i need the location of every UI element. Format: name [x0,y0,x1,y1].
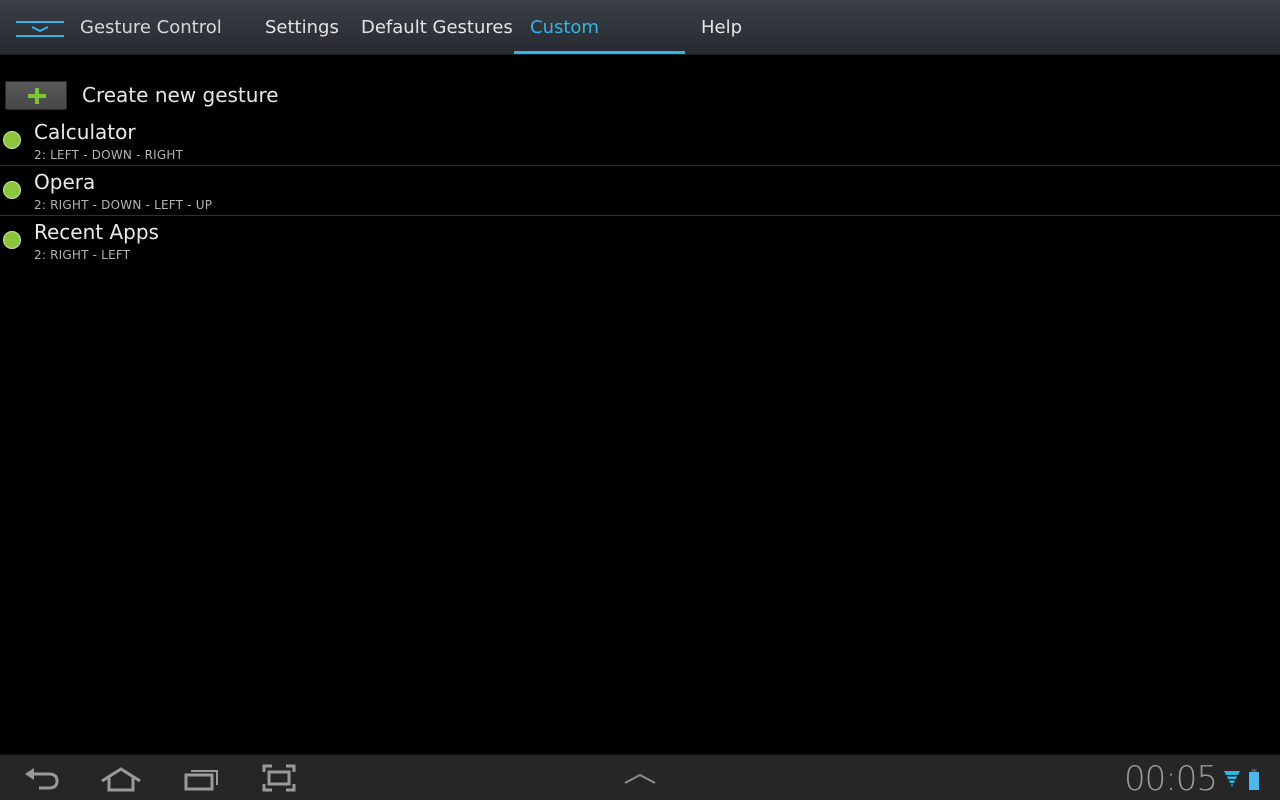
enabled-status-icon [3,231,21,249]
gesture-name: Recent Apps [34,220,159,244]
gesture-sequence: 2: RIGHT - DOWN - LEFT - UP [34,198,213,212]
gesture-list: Calculator 2: LEFT - DOWN - RIGHT Opera … [0,116,1280,266]
chevron-up-icon[interactable] [615,763,665,793]
gesture-item-calculator[interactable]: Calculator 2: LEFT - DOWN - RIGHT [0,116,1280,166]
plus-icon [28,88,46,104]
create-gesture-label: Create new gesture [82,83,279,107]
gesture-item-opera[interactable]: Opera 2: RIGHT - DOWN - LEFT - UP [0,166,1280,216]
gesture-item-recent-apps[interactable]: Recent Apps 2: RIGHT - LEFT [0,216,1280,266]
system-bar: 00:05 [0,753,1280,800]
content-area: Create new gesture Calculator 2: LEFT - … [0,56,1280,753]
wifi-icon[interactable] [1222,769,1242,789]
back-icon[interactable] [17,763,67,793]
gesture-sequence: 2: RIGHT - LEFT [34,248,131,262]
action-bar: Gesture Control Settings Default Gesture… [0,0,1280,94]
enabled-status-icon [3,181,21,199]
home-icon[interactable] [96,763,146,793]
gesture-name: Calculator [34,120,136,144]
battery-icon[interactable] [1248,769,1260,791]
enabled-status-icon [3,131,21,149]
screenshot-icon[interactable] [254,763,304,793]
tab-help[interactable]: Help [685,0,758,55]
tab-default-gestures[interactable]: Default Gestures [345,0,529,55]
app-title: Gesture Control [80,17,222,38]
tab-custom-gestures[interactable]: Custom Gestures [514,0,685,94]
clock: 00:05 [1124,759,1218,799]
recent-apps-icon[interactable] [176,763,226,793]
create-gesture-row[interactable]: Create new gesture [0,81,400,111]
gesture-sequence: 2: LEFT - DOWN - RIGHT [34,148,184,162]
create-gesture-button[interactable] [5,81,67,110]
tab-settings[interactable]: Settings [249,0,355,55]
gesture-control-app-icon[interactable] [16,20,64,38]
gesture-name: Opera [34,170,96,194]
